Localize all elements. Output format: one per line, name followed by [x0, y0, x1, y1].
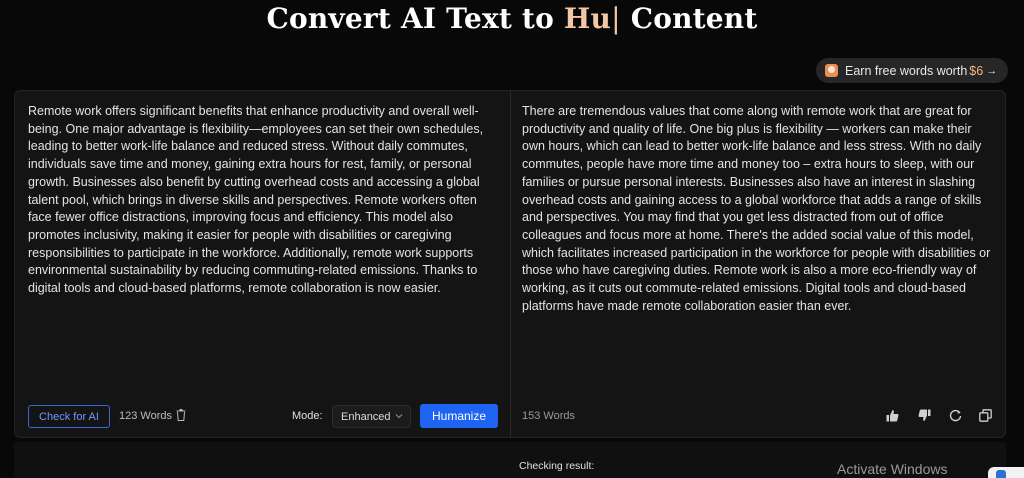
- arrow-right-icon: →: [986, 64, 998, 77]
- refresh-icon[interactable]: [949, 409, 962, 422]
- chevron-down-icon: [395, 414, 403, 419]
- output-text-area[interactable]: There are tremendous values that come al…: [522, 103, 994, 315]
- trash-icon[interactable]: [176, 409, 186, 421]
- corner-widget-icon[interactable]: [988, 467, 1024, 478]
- humanize-button[interactable]: Humanize: [420, 404, 498, 428]
- earn-label: Earn free words worth: [845, 63, 968, 78]
- thumbs-down-icon[interactable]: [918, 409, 931, 422]
- mode-value: Enhanced: [341, 410, 391, 423]
- title-suffix: Content: [620, 2, 758, 35]
- input-text-area[interactable]: Remote work offers significant benefits …: [28, 103, 493, 298]
- copy-icon[interactable]: [979, 409, 992, 422]
- panel-divider: [510, 91, 511, 437]
- mode-select[interactable]: Enhanced: [332, 405, 411, 428]
- output-word-count: 153 Words: [522, 410, 575, 422]
- mode-label: Mode:: [292, 410, 323, 422]
- title-accent: Hu: [563, 2, 612, 35]
- earn-free-words-button[interactable]: Earn free words worth $6 →: [816, 58, 1008, 83]
- page-title: Convert AI Text to Hu| Content: [0, 2, 1024, 35]
- gift-icon: [825, 64, 838, 77]
- typing-cursor: |: [611, 2, 621, 35]
- check-for-ai-button[interactable]: Check for AI: [28, 405, 110, 428]
- activate-windows-watermark: Activate Windows: [837, 461, 948, 477]
- input-word-count: 123 Words: [119, 410, 172, 422]
- checking-result-label: Checking result:: [519, 460, 595, 472]
- thumbs-up-icon[interactable]: [886, 409, 899, 422]
- earn-amount: $6: [969, 63, 984, 78]
- title-prefix: Convert AI Text to: [266, 2, 564, 35]
